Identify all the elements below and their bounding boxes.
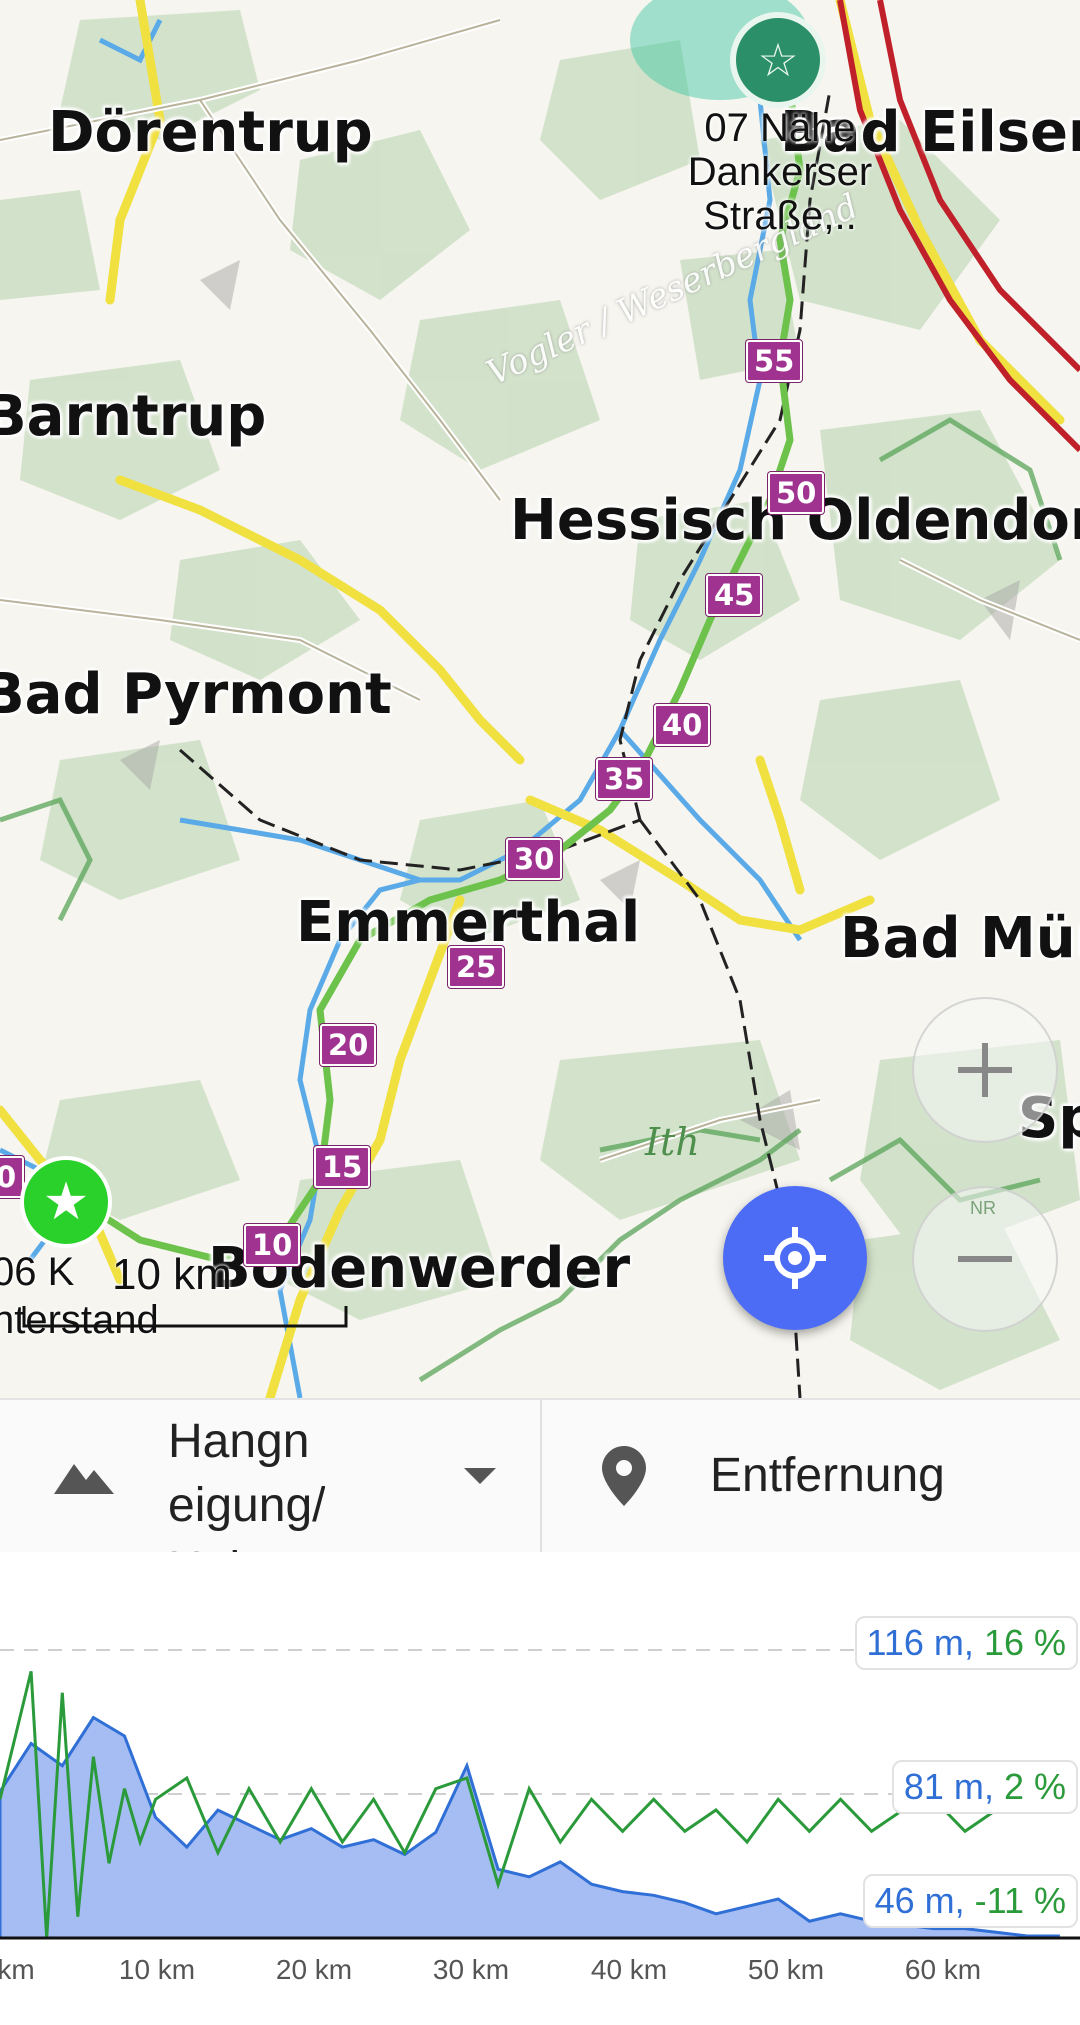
km-marker-20: 20: [320, 1024, 377, 1066]
x-tick-label: 20 km: [275, 1954, 353, 1985]
km-marker-45: 45: [706, 574, 763, 616]
ref-label-bottom-pct: -11 %: [974, 1880, 1066, 1921]
dropdown-arrow-icon: [464, 1468, 496, 1484]
x-tick-label: 10 km: [118, 1954, 196, 1985]
end-poi-label: 07 Nähe Dankerser Straße,..: [660, 106, 900, 238]
x-tick-label: 60 km: [904, 1954, 982, 1985]
nr-label: NR: [970, 1198, 996, 1218]
km-marker-10: 10: [244, 1224, 301, 1266]
city-label-bad-pyrmont: Bad Pyrmont: [0, 662, 392, 727]
x-tick-label: km: [0, 1954, 35, 1985]
minus-icon: [958, 1256, 1012, 1262]
ref-label-bottom: 46 m, -11 %: [862, 1874, 1078, 1928]
ref-label-mid: 81 m, 2 %: [891, 1760, 1078, 1814]
crosshair-icon: [764, 1227, 826, 1289]
x-tick-label: 50 km: [747, 1954, 825, 1985]
x-tick-label: 30 km: [432, 1954, 510, 1985]
city-label-bad-muender: Bad Mün: [840, 906, 1080, 971]
star-icon: ★: [42, 1173, 90, 1231]
y-axis-label-line3: Höhe: [168, 1538, 325, 1552]
start-poi-label-line1: 06 K: [0, 1250, 75, 1294]
zoom-in-button[interactable]: [912, 997, 1058, 1143]
end-poi-label-line1: 07 Nähe: [704, 106, 856, 150]
x-tick-label: 40 km: [590, 1954, 668, 1985]
y-axis-selector[interactable]: Hangn eigung/ Höhe: [0, 1400, 540, 1552]
end-poi-label-line3: Straße,..: [703, 194, 857, 238]
mountain-icon: [54, 1464, 114, 1494]
ref-label-mid-pct: 2 %: [1003, 1766, 1066, 1807]
my-location-button[interactable]: [723, 1186, 867, 1330]
scale-bar: [22, 1306, 348, 1328]
y-axis-label-line1: Hangn: [168, 1415, 310, 1468]
x-axis-selector-label: Entfernung: [710, 1449, 945, 1502]
y-axis-label-line2: eigung/: [168, 1479, 326, 1532]
km-marker-35: 35: [596, 758, 653, 800]
ref-label-top: 116 m, 16 %: [854, 1616, 1078, 1670]
city-label-barntrup: Barntrup: [0, 384, 267, 449]
end-poi-label-line2: Dankerser: [687, 150, 873, 194]
location-pin-icon: [602, 1446, 646, 1506]
analysis-toolbar: Hangn eigung/ Höhe Entfernung: [0, 1398, 1080, 1554]
ref-label-top-m: 116 m: [866, 1622, 964, 1663]
hill-label-ith: Ith: [645, 1120, 700, 1164]
km-marker-30: 30: [506, 838, 563, 880]
km-marker-50: 50: [768, 472, 825, 514]
km-marker-55: 55: [746, 340, 803, 382]
x-axis-selector[interactable]: Entfernung: [542, 1400, 1080, 1552]
ref-label-mid-m: 81 m: [903, 1766, 984, 1807]
star-icon: ☆: [757, 34, 799, 86]
ref-label-top-pct: 16 %: [983, 1622, 1066, 1663]
route-end-marker[interactable]: ☆: [730, 12, 826, 108]
km-marker-25: 25: [448, 946, 505, 988]
km-marker-40: 40: [654, 704, 711, 746]
ref-label-bottom-m: 46 m: [874, 1880, 955, 1921]
y-axis-selector-label: Hangn eigung/ Höhe: [168, 1410, 325, 1552]
map-view[interactable]: Vogler / Weserbergland Ith Dörentrup Bad…: [0, 0, 1080, 1398]
km-marker-15: 15: [314, 1146, 371, 1188]
scale-bar-label: 10 km: [112, 1250, 232, 1299]
route-start-marker[interactable]: ★: [20, 1156, 112, 1248]
city-label-doerentrup: Dörentrup: [48, 100, 373, 165]
plus-icon: [958, 1043, 1012, 1097]
